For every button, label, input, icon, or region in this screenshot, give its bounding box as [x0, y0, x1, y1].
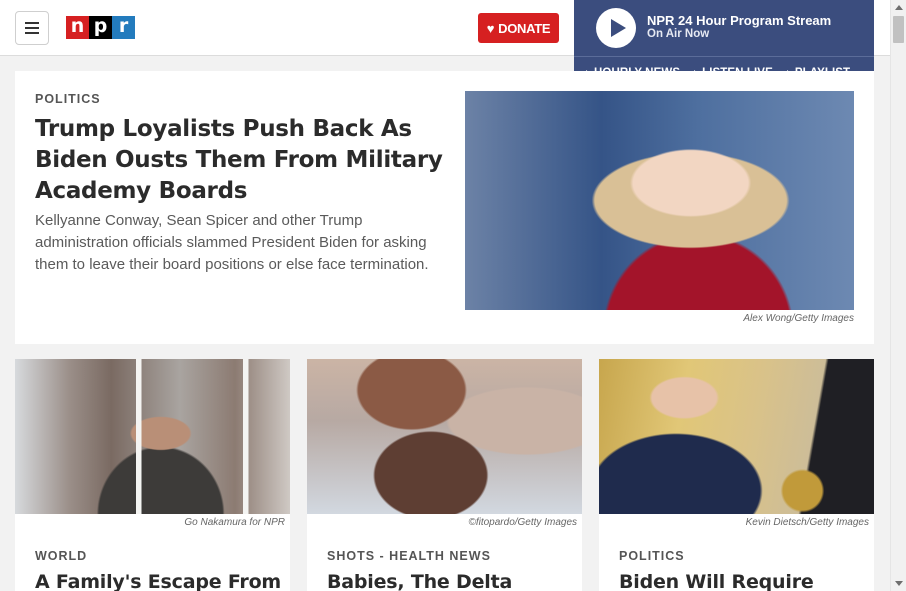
scroll-up-icon[interactable] [895, 5, 903, 10]
vertical-scrollbar[interactable] [890, 0, 906, 591]
story-slug[interactable]: POLITICS [619, 549, 685, 563]
play-icon[interactable] [596, 8, 636, 48]
heart-icon: ♥ [486, 20, 495, 36]
story-card: Go Nakamura for NPR WORLD A Family's Esc… [15, 359, 290, 591]
stream-subtitle: On Air Now [647, 28, 710, 40]
story-card: ©fitopardo/Getty Images SHOTS - HEALTH N… [307, 359, 582, 591]
logo-letter-n: n [66, 16, 89, 39]
story-slug[interactable]: WORLD [35, 549, 87, 563]
menu-button[interactable] [15, 11, 49, 45]
story-image[interactable] [465, 91, 854, 310]
donate-label: DONATE [498, 20, 551, 36]
story-image[interactable] [15, 359, 290, 514]
npr-logo[interactable]: n p r [66, 16, 135, 39]
story-headline[interactable]: Biden Will Require [619, 570, 864, 591]
donate-button[interactable]: ♥ DONATE [478, 13, 559, 43]
scroll-thumb[interactable] [893, 16, 904, 43]
story-slug[interactable]: SHOTS - HEALTH NEWS [327, 549, 491, 563]
stream-title[interactable]: NPR 24 Hour Program Stream [647, 13, 831, 28]
hamburger-icon [25, 22, 39, 24]
story-headline[interactable]: A Family's Escape From [35, 570, 280, 591]
story-card: Kevin Dietsch/Getty Images POLITICS Bide… [599, 359, 874, 591]
image-credit: Alex Wong/Getty Images [743, 313, 854, 324]
story-slug[interactable]: POLITICS [35, 92, 101, 106]
logo-letter-r: r [112, 16, 135, 39]
logo-letter-p: p [89, 16, 112, 39]
story-headline[interactable]: Trump Loyalists Push Back As Biden Ousts… [35, 114, 455, 207]
story-headline[interactable]: Babies, The Delta [327, 570, 572, 591]
story-image[interactable] [307, 359, 582, 514]
featured-story: POLITICS Trump Loyalists Push Back As Bi… [15, 71, 874, 344]
story-image[interactable] [599, 359, 874, 514]
image-credit: ©fitopardo/Getty Images [468, 517, 577, 528]
scroll-down-icon[interactable] [895, 581, 903, 586]
image-credit: Go Nakamura for NPR [184, 517, 285, 528]
image-credit: Kevin Dietsch/Getty Images [745, 517, 869, 528]
story-teaser[interactable]: Kellyanne Conway, Sean Spicer and other … [35, 210, 430, 276]
